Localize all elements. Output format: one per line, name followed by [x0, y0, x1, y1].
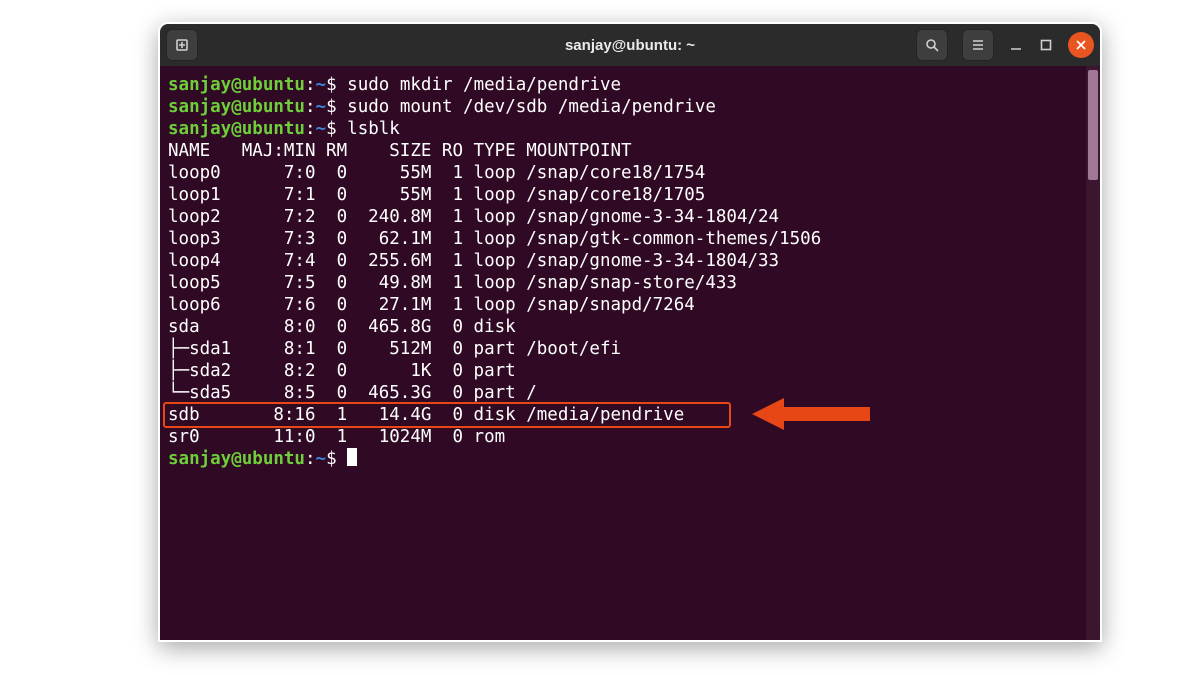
- minimize-button[interactable]: [1008, 37, 1024, 53]
- scrollbar[interactable]: [1086, 66, 1100, 640]
- terminal-window: sanjay@ubuntu: ~: [158, 22, 1102, 642]
- maximize-button[interactable]: [1038, 37, 1054, 53]
- close-button[interactable]: [1068, 32, 1094, 58]
- scrollbar-thumb[interactable]: [1088, 70, 1098, 180]
- titlebar: sanjay@ubuntu: ~: [160, 24, 1100, 66]
- new-tab-button[interactable]: [166, 29, 198, 61]
- search-button[interactable]: [916, 29, 948, 61]
- terminal-body[interactable]: sanjay@ubuntu:~$ sudo mkdir /media/pendr…: [160, 66, 1100, 640]
- terminal-content: sanjay@ubuntu:~$ sudo mkdir /media/pendr…: [168, 74, 1094, 470]
- menu-button[interactable]: [962, 29, 994, 61]
